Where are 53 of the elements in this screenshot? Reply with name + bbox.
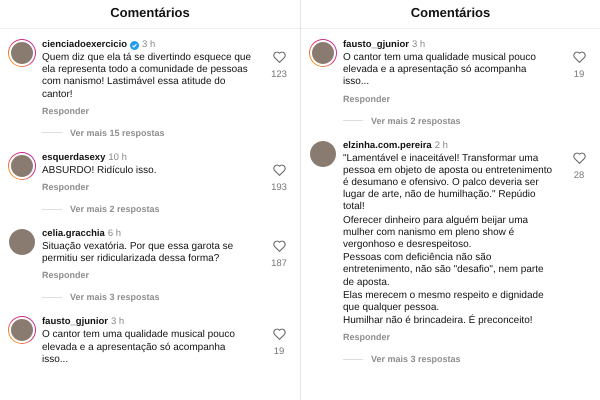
comment-text: "Lamentável e inaceitável! Transformar uma pessoa em objeto de aposta ou entretenimento é desumano e ofensivo. O palco deveria ser lugar de arte, não de humilhação." Repúdio total!: [343, 152, 554, 214]
view-replies-link[interactable]: Ver mais 3 respostas: [371, 354, 461, 364]
view-replies-link[interactable]: Ver mais 2 respostas: [371, 116, 461, 126]
comment-time: 3 h: [412, 39, 426, 51]
comment-text: Situação vexatória. Por que essa garota se permitiu ser ridicularizada dessa forma?: [42, 241, 234, 266]
reply-link[interactable]: Responder: [42, 182, 90, 192]
username[interactable]: cienciadoexercicio: [42, 39, 128, 51]
username[interactable]: celia.gracchia: [42, 228, 105, 240]
comment-text: O cantor tem uma qualidade musical pouco elevada e a apresentação só acompanha isso...: [343, 52, 537, 89]
avatar[interactable]: [8, 228, 36, 256]
verified-badge-icon: [130, 40, 140, 50]
like-count: 187: [271, 258, 287, 270]
like-count: 19: [274, 346, 284, 358]
username[interactable]: fausto_gjunior: [42, 316, 108, 328]
reply-link[interactable]: Responder: [343, 94, 390, 104]
comment-time: 2 h: [434, 140, 448, 152]
heart-icon[interactable]: [272, 240, 286, 252]
avatar[interactable]: [8, 152, 36, 180]
comment-text: O cantor tem uma qualidade musical pouco elevada e a apresentação só acompanha isso...: [42, 329, 236, 366]
username[interactable]: elzinha.com.pereira: [343, 140, 432, 152]
like-count: 193: [271, 182, 287, 193]
like-count: 123: [271, 69, 287, 80]
comment-text: Oferecer dinheiro para alguém beijar uma mulher com nanismo em pleno show é vergonhoso e desrespeitoso.: [343, 214, 530, 252]
comment-time: 3 h: [110, 316, 124, 328]
username[interactable]: esquerdasexy: [42, 152, 106, 164]
view-replies-link[interactable]: Ver mais 15 respostas: [70, 128, 165, 138]
view-replies-link[interactable]: Ver mais 3 respostas: [70, 292, 160, 302]
heart-icon[interactable]: [272, 328, 286, 340]
heart-icon[interactable]: [272, 51, 286, 63]
avatar[interactable]: [309, 140, 337, 168]
comment-text: Quem diz que ela tá se divertindo esquece que ela representa todo a comunidade de pessoas com nanismo! Lastimável essa atitude do cantor!: [42, 52, 252, 101]
reply-link[interactable]: Responder: [42, 270, 90, 280]
avatar[interactable]: [309, 39, 337, 67]
comment-text: Humilhar não é brincadeira. É preconceito!: [343, 315, 534, 328]
comment-time: 10 h: [108, 152, 127, 164]
panel-title: Comentários: [109, 4, 191, 22]
comment-text: ABSURDO! Ridículo isso.: [42, 164, 158, 178]
reply-link[interactable]: Responder: [343, 332, 390, 342]
comment-time: 3 h: [142, 39, 156, 51]
avatar[interactable]: [8, 316, 36, 344]
comment-time: 6 h: [108, 228, 122, 240]
heart-icon[interactable]: [572, 51, 586, 63]
comment-text: Elas merecem o mesmo respeito e dignidade que qualquer pessoa.: [343, 290, 545, 314]
like-count: 28: [574, 170, 584, 181]
username[interactable]: fausto_gjunior: [343, 39, 409, 51]
reply-link[interactable]: Responder: [42, 106, 90, 116]
heart-icon[interactable]: [572, 152, 586, 164]
avatar[interactable]: [8, 39, 36, 67]
panel-title: Comentários: [410, 4, 492, 22]
comment-text: Pessoas com deficiência não são entretenimento, não são "desafio", nem parte de aposta.: [343, 252, 545, 289]
like-count: 19: [574, 69, 584, 80]
view-replies-link[interactable]: Ver mais 2 respostas: [70, 204, 160, 214]
heart-icon[interactable]: [272, 164, 286, 176]
